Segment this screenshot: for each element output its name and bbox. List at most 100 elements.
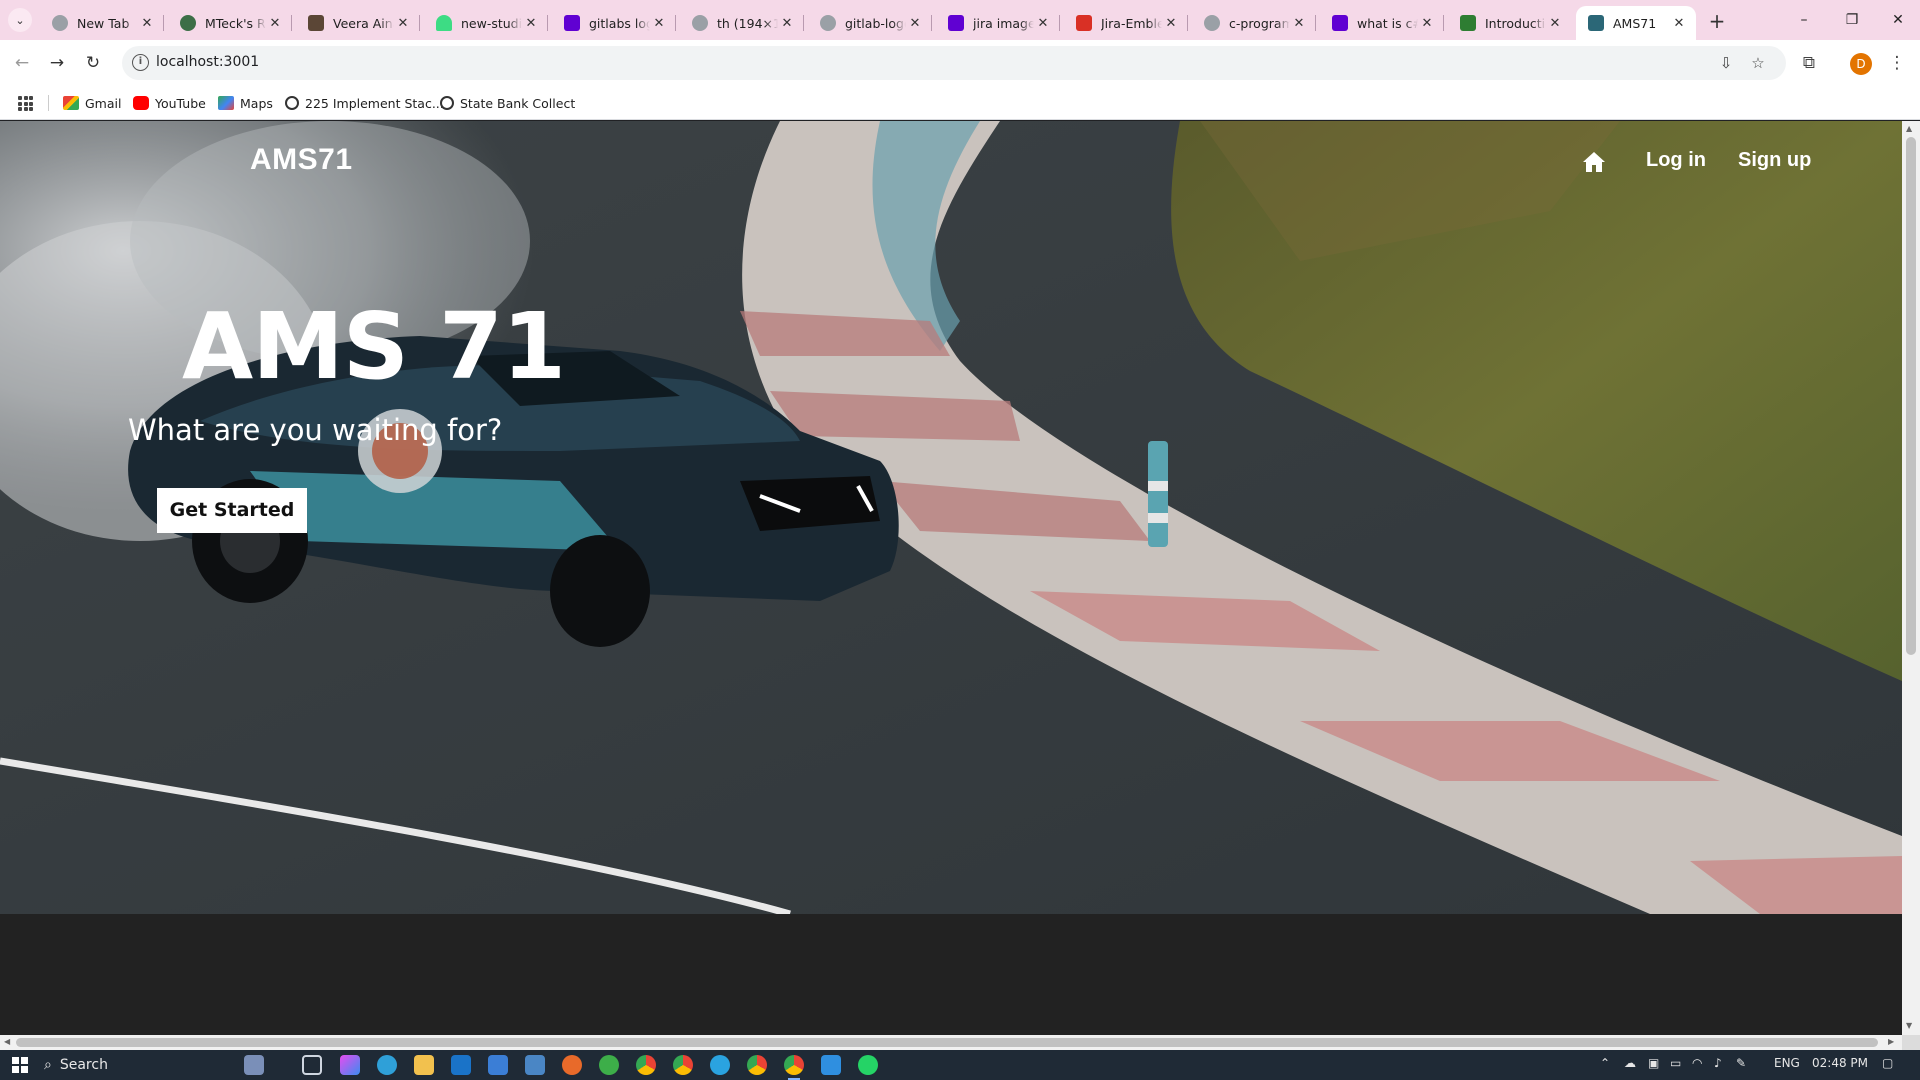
bookmark-gmail[interactable]: Gmail (63, 94, 121, 112)
scroll-up-icon[interactable]: ▲ (1906, 124, 1912, 133)
tab-title: MTeck's Re (205, 15, 266, 31)
edge-icon[interactable] (377, 1055, 397, 1075)
telegram-icon[interactable] (710, 1055, 730, 1075)
close-tab-icon[interactable]: ✕ (778, 14, 796, 32)
wifi-icon[interactable]: ◠ (1692, 1056, 1702, 1070)
close-tab-icon[interactable]: ✕ (266, 14, 284, 32)
vertical-scroll-thumb[interactable] (1906, 137, 1916, 655)
close-tab-icon[interactable]: ✕ (1546, 14, 1564, 32)
forward-button[interactable]: → (43, 49, 71, 77)
profile-avatar[interactable]: D (1850, 53, 1872, 75)
tab-th-image[interactable]: th (194×18 ✕ (680, 6, 804, 40)
task-view-icon[interactable] (302, 1055, 322, 1075)
tab-new-studio[interactable]: new-studi ✕ (424, 6, 548, 40)
android-icon (436, 15, 452, 31)
volume-icon[interactable]: ♪ (1714, 1056, 1722, 1070)
app-icon[interactable] (525, 1055, 545, 1075)
clock[interactable]: 02:48 PM (1812, 1056, 1868, 1070)
store-icon[interactable] (488, 1055, 508, 1075)
bookmark-label: State Bank Collect (460, 95, 576, 111)
site-brand-logo[interactable]: AMS71 (250, 143, 353, 177)
tab-gitlabs-logo[interactable]: gitlabs log ✕ (552, 6, 676, 40)
tab-gitlab-logo[interactable]: gitlab-logo ✕ (808, 6, 932, 40)
file-explorer-icon[interactable] (414, 1055, 434, 1075)
tab-jira-emblem[interactable]: Jira-Emble ✕ (1064, 6, 1188, 40)
install-app-icon[interactable]: ⇩ (1716, 54, 1736, 72)
apps-grid-icon[interactable] (18, 96, 33, 111)
tab-new-tab[interactable]: New Tab ✕ (40, 6, 164, 40)
yahoo-icon (948, 15, 964, 31)
login-link[interactable]: Log in (1646, 149, 1706, 172)
app-green-icon[interactable] (599, 1055, 619, 1075)
windows-start-icon[interactable] (12, 1057, 28, 1073)
close-tab-icon[interactable]: ✕ (906, 14, 924, 32)
horizontal-scroll-thumb[interactable] (16, 1038, 1878, 1047)
back-button[interactable]: ← (8, 49, 36, 77)
firefox-icon[interactable] (562, 1055, 582, 1075)
close-tab-icon[interactable]: ✕ (138, 14, 156, 32)
scroll-right-icon[interactable]: ▶ (1888, 1037, 1894, 1046)
close-window-button[interactable]: ✕ (1870, 0, 1920, 40)
site-info-icon[interactable]: i (132, 54, 149, 71)
tab-jira-image[interactable]: jira image ✕ (936, 6, 1060, 40)
chrome-active-icon[interactable] (784, 1055, 804, 1080)
bookmark-state-bank[interactable]: State Bank Collect (440, 94, 575, 112)
language-indicator[interactable]: ENG (1774, 1056, 1800, 1070)
close-tab-icon[interactable]: ✕ (394, 14, 412, 32)
tray-meet-icon[interactable]: ▣ (1648, 1056, 1659, 1070)
vertical-scrollbar[interactable]: ▲ ▼ (1902, 121, 1920, 1035)
address-url[interactable]: localhost:3001 (156, 54, 259, 70)
chrome-icon[interactable] (747, 1055, 767, 1075)
outlook-icon[interactable] (451, 1055, 471, 1075)
tab-c-program[interactable]: c-program ✕ (1192, 6, 1316, 40)
vscode-icon[interactable] (821, 1055, 841, 1075)
menu-kebab-icon[interactable]: ⋮ (1884, 50, 1910, 76)
close-tab-icon[interactable]: ✕ (650, 14, 668, 32)
home-icon[interactable] (1582, 151, 1606, 173)
hero-section: AMS71 Log in Sign up AMS 71 What are you… (0, 121, 1902, 914)
address-bar[interactable]: i localhost:3001 ⇩ ☆ (122, 46, 1786, 80)
tab-title: c-program (1229, 15, 1290, 31)
tab-mtecks[interactable]: MTeck's Re ✕ (168, 6, 292, 40)
battery-icon[interactable]: ▭ (1670, 1056, 1681, 1070)
tab-title: gitlab-logo (845, 15, 906, 31)
close-tab-icon[interactable]: ✕ (1670, 14, 1688, 32)
widgets-icon[interactable] (244, 1055, 264, 1075)
close-tab-icon[interactable]: ✕ (1290, 14, 1308, 32)
globe-icon (285, 96, 299, 110)
close-tab-icon[interactable]: ✕ (1162, 14, 1180, 32)
tab-ams71[interactable]: AMS71 ✕ (1576, 6, 1696, 40)
bookmark-maps[interactable]: Maps (218, 94, 273, 112)
tab-veera[interactable]: Veera Aina ✕ (296, 6, 420, 40)
tab-search-menu[interactable]: ⌄ (8, 8, 32, 32)
reload-button[interactable]: ↻ (79, 49, 107, 77)
horizontal-scrollbar[interactable]: ◀ ▶ (0, 1035, 1902, 1050)
scroll-left-icon[interactable]: ◀ (4, 1037, 10, 1046)
chrome-icon[interactable] (636, 1055, 656, 1075)
bookmark-implement-stack[interactable]: 225 Implement Stac... (285, 94, 444, 112)
taskbar-search[interactable]: ⌕ Search (44, 1055, 108, 1075)
close-tab-icon[interactable]: ✕ (1418, 14, 1436, 32)
pen-icon[interactable]: ✎ (1736, 1056, 1746, 1070)
copilot-icon[interactable] (340, 1055, 360, 1075)
close-tab-icon[interactable]: ✕ (522, 14, 540, 32)
tab-introduction[interactable]: Introductio ✕ (1448, 6, 1572, 40)
tray-chevron-icon[interactable]: ⌃ (1600, 1056, 1610, 1070)
scroll-down-icon[interactable]: ▼ (1906, 1021, 1912, 1030)
gmail-icon (63, 96, 79, 110)
tab-title: Veera Aina (333, 15, 394, 31)
bookmark-youtube[interactable]: YouTube (133, 94, 206, 112)
tray-app-icon[interactable]: ☁ (1624, 1056, 1636, 1070)
bookmark-label: Gmail (85, 95, 122, 111)
bookmark-star-icon[interactable]: ☆ (1748, 54, 1768, 72)
whatsapp-icon[interactable] (858, 1055, 878, 1075)
new-tab-button[interactable]: + (1704, 8, 1730, 34)
get-started-button[interactable]: Get Started (157, 488, 307, 533)
notification-icon[interactable]: ▢ (1882, 1056, 1893, 1070)
chrome-icon[interactable] (673, 1055, 693, 1075)
signup-link[interactable]: Sign up (1738, 149, 1811, 172)
close-tab-icon[interactable]: ✕ (1034, 14, 1052, 32)
tab-what-is-csharp[interactable]: what is c# ✕ (1320, 6, 1444, 40)
extensions-icon[interactable]: ⧉ (1796, 50, 1822, 76)
tab-title: gitlabs log (589, 15, 650, 31)
